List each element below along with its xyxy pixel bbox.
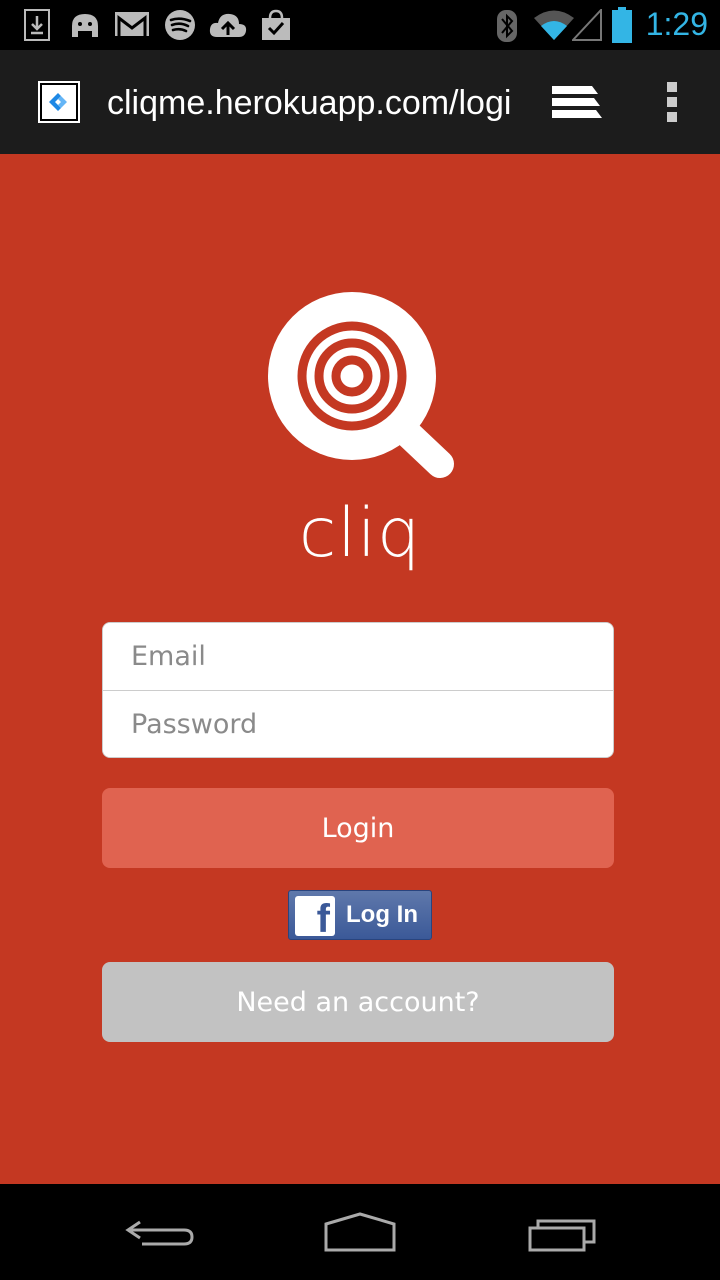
facebook-icon: f [295, 896, 335, 936]
login-page: cliq Login f Log In Need an account? [0, 154, 720, 1184]
signal-icon [572, 9, 602, 41]
bluetooth-icon [497, 10, 517, 42]
back-icon[interactable] [120, 1208, 200, 1256]
browser-toolbar: cliqme.herokuapp.com/login [0, 50, 720, 154]
status-bar: 1:29 [0, 0, 720, 50]
navigation-bar [0, 1184, 720, 1280]
wifi-icon [534, 10, 574, 40]
facebook-login-label: Log In [346, 901, 418, 928]
app-name: cliq [298, 494, 422, 573]
overflow-menu-icon[interactable] [652, 76, 692, 128]
download-icon [24, 9, 50, 41]
clock: 1:29 [645, 6, 708, 42]
gmail-icon [115, 12, 149, 36]
url-bar[interactable]: cliqme.herokuapp.com/login [107, 80, 511, 126]
cloud-upload-icon [209, 13, 247, 37]
recent-apps-icon[interactable] [524, 1208, 604, 1256]
shopping-bag-icon [262, 9, 290, 40]
cliq-logo-icon [268, 292, 454, 478]
facebook-login-button[interactable]: f Log In [288, 890, 432, 940]
home-icon[interactable] [320, 1208, 400, 1256]
email-field[interactable] [103, 623, 613, 690]
tabs-icon[interactable] [548, 80, 604, 126]
android-icon [72, 14, 98, 37]
login-form [102, 622, 614, 758]
password-field[interactable] [103, 691, 613, 757]
favicon-icon [38, 81, 80, 123]
spotify-icon [165, 10, 195, 40]
login-button[interactable]: Login [102, 788, 614, 868]
signup-button[interactable]: Need an account? [102, 962, 614, 1042]
battery-icon [612, 7, 632, 43]
